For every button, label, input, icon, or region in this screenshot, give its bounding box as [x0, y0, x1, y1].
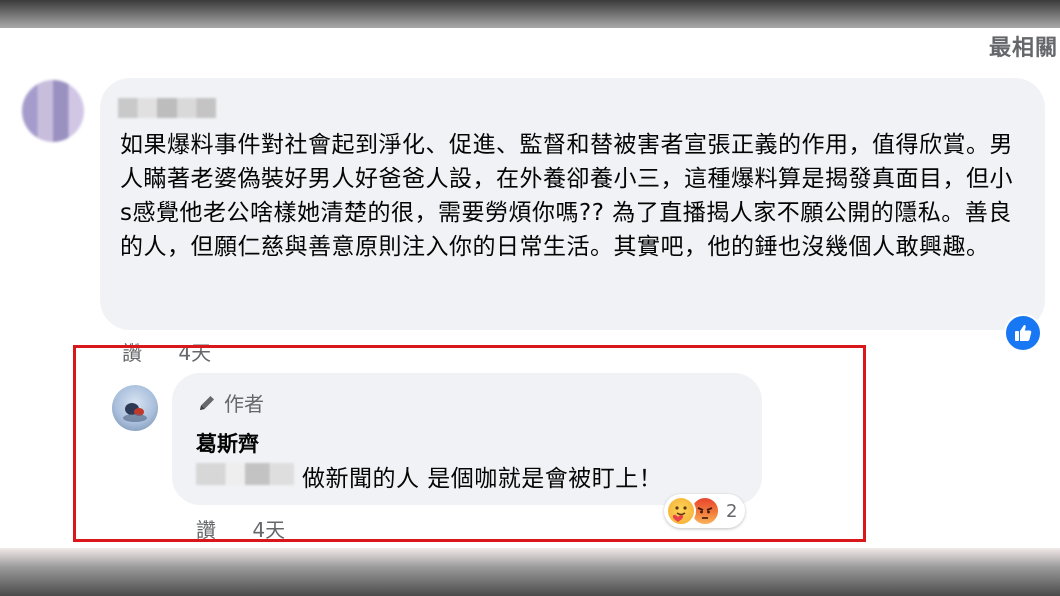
reply-meta: 讚 4天: [196, 514, 315, 543]
author-avatar[interactable]: [112, 385, 158, 431]
like-icon[interactable]: [1004, 314, 1042, 352]
care-hug-icon: [672, 506, 687, 522]
top-photo-band: [0, 0, 1060, 28]
bottom-photo-band: [0, 548, 1060, 596]
care-emoji-icon: [666, 496, 696, 526]
reply-text: 做新聞的人 是個咖就是會被盯上！: [302, 466, 663, 492]
reply-author-name[interactable]: 葛斯齊: [196, 428, 259, 458]
commenter-avatar-blurred[interactable]: [22, 80, 84, 142]
mentioned-user-blurred[interactable]: [196, 463, 294, 485]
sort-dropdown-label[interactable]: 最相關: [989, 30, 1058, 62]
author-avatar-image: [123, 403, 147, 422]
reply-like-link[interactable]: 讚: [196, 518, 216, 542]
pencil-icon: [200, 395, 214, 410]
reaction-count: 2: [726, 500, 738, 522]
commenter-name-blurred[interactable]: [118, 98, 216, 118]
reaction-summary[interactable]: 2: [664, 494, 746, 528]
reply-timestamp[interactable]: 4天: [252, 518, 285, 542]
author-badge-label: 作者: [224, 392, 264, 416]
comment-text: 如果爆料事件對社會起到淨化、促進、監督和替被害者宣張正義的作用，值得欣賞。男人瞞…: [120, 132, 1013, 260]
author-badge: 作者: [196, 388, 264, 417]
thumbs-up-icon: [1015, 325, 1032, 341]
